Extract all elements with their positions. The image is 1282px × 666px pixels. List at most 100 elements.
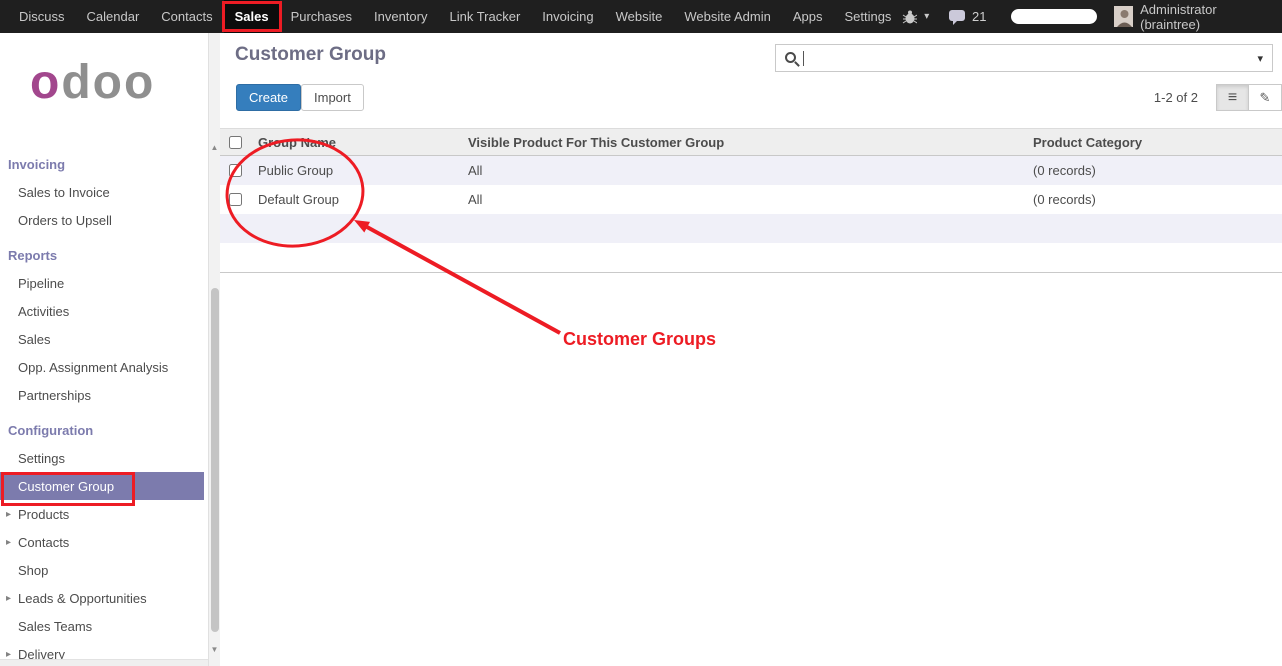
message-count: 21	[972, 9, 986, 24]
column-header-visible-product[interactable]: Visible Product For This Customer Group	[460, 135, 1025, 150]
sidebar-item[interactable]: ▸ Products	[0, 500, 204, 528]
sidebar-item-label: Opp. Assignment Analysis	[18, 360, 168, 375]
sidebar-item[interactable]: Sales Teams	[0, 612, 204, 640]
sidebar-item[interactable]: Sales to Invoice	[0, 178, 204, 206]
create-button[interactable]: Create	[236, 84, 301, 111]
topbar-menu-item[interactable]: Invoicing	[531, 0, 604, 33]
sidebar-item-label: Orders to Upsell	[18, 213, 112, 228]
row-checkbox[interactable]	[229, 164, 242, 177]
sidebar-item-label: Partnerships	[18, 388, 91, 403]
expand-arrow-icon[interactable]: ▸	[6, 537, 11, 548]
topbar-menu-item[interactable]: Inventory	[363, 0, 438, 33]
sidebar-item[interactable]: Customer Group	[0, 472, 204, 500]
search-icon	[785, 52, 796, 63]
topbar-menu: Discuss Calendar Contacts Sales Purchase…	[0, 0, 902, 33]
sidebar-item[interactable]: Activities	[0, 297, 204, 325]
header-checkbox-cell	[220, 136, 250, 149]
scrollbar-thumb[interactable]	[211, 288, 219, 632]
topbar-menu-item[interactable]: Sales	[224, 0, 280, 33]
sidebar-item[interactable]: ▸ Contacts	[0, 528, 204, 556]
sidebar-item[interactable]: ▸ Leads & Opportunities	[0, 584, 204, 612]
sidebar-item[interactable]: Partnerships	[0, 381, 204, 409]
row-checkbox[interactable]	[229, 193, 242, 206]
page-title: Customer Group	[235, 44, 386, 66]
sidebar-item[interactable]: Settings	[0, 444, 204, 472]
sidebar-menu: Invoicing Sales to Invoice Orders to Ups…	[0, 151, 204, 666]
sidebar-item[interactable]: Shop	[0, 556, 204, 584]
cell-product-category: (0 records)	[1025, 163, 1282, 178]
topbar-menu-item[interactable]: Website	[605, 0, 674, 33]
empty-row	[220, 214, 1282, 243]
user-menu[interactable]: Administrator (braintree)	[1140, 2, 1270, 32]
sidebar-item-label: Customer Group	[18, 479, 114, 494]
sidebar-section-title: Configuration	[0, 417, 204, 444]
sidebar-item-label: Shop	[18, 563, 48, 578]
sidebar-item-label: Sales to Invoice	[18, 185, 110, 200]
sidebar-scrollbar[interactable]: ▲ ▼	[208, 33, 220, 666]
topbar-menu-item[interactable]: Contacts	[150, 0, 223, 33]
search-input[interactable]	[804, 45, 1248, 71]
row-checkbox-cell	[220, 164, 250, 177]
topbar-menu-item[interactable]: Settings	[833, 0, 902, 33]
column-header-product-category[interactable]: Product Category	[1025, 135, 1282, 150]
sidebar-section: Reports Pipeline Activities Sales	[0, 242, 204, 409]
cell-visible-product: All	[460, 163, 1025, 178]
view-switcher: ≡ ✎	[1216, 84, 1282, 111]
topbar-menu-item[interactable]: Website Admin	[673, 0, 781, 33]
search-box[interactable]: ▾	[775, 44, 1273, 72]
sidebar-item[interactable]: Orders to Upsell	[0, 206, 204, 234]
row-checkbox-cell	[220, 193, 250, 206]
sidebar-item[interactable]: Sales	[0, 325, 204, 353]
search-dropdown-caret-icon[interactable]: ▾	[1248, 52, 1272, 65]
expand-arrow-icon[interactable]: ▸	[6, 593, 11, 604]
table-row[interactable]: Default Group All (0 records)	[220, 185, 1282, 214]
import-button[interactable]: Import	[301, 84, 364, 111]
user-avatar[interactable]	[1114, 6, 1133, 27]
sidebar-item[interactable]: Pipeline	[0, 269, 204, 297]
odoo-logo[interactable]: odoo	[30, 55, 220, 111]
list-view-icon: ≡	[1228, 89, 1237, 107]
table-header-row: Group Name Visible Product For This Cust…	[220, 128, 1282, 156]
topbar-menu-item[interactable]: Link Tracker	[438, 0, 531, 33]
sidebar-item-label: Products	[18, 507, 69, 522]
debug-caret-icon[interactable]: ▾	[924, 11, 929, 22]
form-view-button[interactable]: ✎	[1249, 84, 1282, 111]
table-row[interactable]: Public Group All (0 records)	[220, 156, 1282, 185]
topbar-menu-item[interactable]: Apps	[782, 0, 834, 33]
systray-pill-widget	[1011, 9, 1096, 24]
scroll-up-icon[interactable]: ▲	[209, 143, 220, 153]
topbar-menu-item[interactable]: Purchases	[280, 0, 363, 33]
topbar-menu-item[interactable]: Calendar	[76, 0, 151, 33]
cell-visible-product: All	[460, 192, 1025, 207]
pager: 1-2 of 2	[1154, 90, 1198, 105]
topbar: Discuss Calendar Contacts Sales Purchase…	[0, 0, 1282, 33]
column-header-group-name[interactable]: Group Name	[250, 135, 460, 150]
debug-icon[interactable]	[902, 10, 917, 24]
main-content: Customer Group ▾ Create Import 1-2 of 2 …	[220, 33, 1282, 666]
topbar-menu-item[interactable]: Discuss	[8, 0, 76, 33]
scroll-down-icon[interactable]: ▼	[209, 645, 220, 655]
sidebar-horizontal-scrollbar[interactable]	[0, 659, 208, 666]
form-view-icon: ✎	[1260, 90, 1271, 106]
sidebar-item[interactable]: Opp. Assignment Analysis	[0, 353, 204, 381]
sidebar-section-title: Invoicing	[0, 151, 204, 178]
list-view-button[interactable]: ≡	[1216, 84, 1249, 111]
sidebar-item-label: Sales	[18, 332, 51, 347]
expand-arrow-icon[interactable]: ▸	[6, 509, 11, 520]
sidebar-section: Invoicing Sales to Invoice Orders to Ups…	[0, 151, 204, 234]
sidebar-section: Configuration Settings Customer Group ▸ …	[0, 417, 204, 666]
sidebar-section-title: Reports	[0, 242, 204, 269]
cell-group-name: Public Group	[250, 163, 460, 178]
cell-product-category: (0 records)	[1025, 192, 1282, 207]
sidebar-item-label: Contacts	[18, 535, 69, 550]
records-table: Group Name Visible Product For This Cust…	[220, 128, 1282, 273]
select-all-checkbox[interactable]	[229, 136, 242, 149]
logo-first-letter: o	[30, 56, 61, 109]
sidebar-item-label: Activities	[18, 304, 69, 319]
logo-rest: doo	[61, 56, 155, 109]
sidebar-item-label: Pipeline	[18, 276, 64, 291]
messages-icon[interactable]	[948, 9, 965, 25]
sidebar: odoo Invoicing Sales to Invoice Orders t…	[0, 33, 220, 666]
sidebar-item-label: Leads & Opportunities	[18, 591, 147, 606]
cell-group-name: Default Group	[250, 192, 460, 207]
